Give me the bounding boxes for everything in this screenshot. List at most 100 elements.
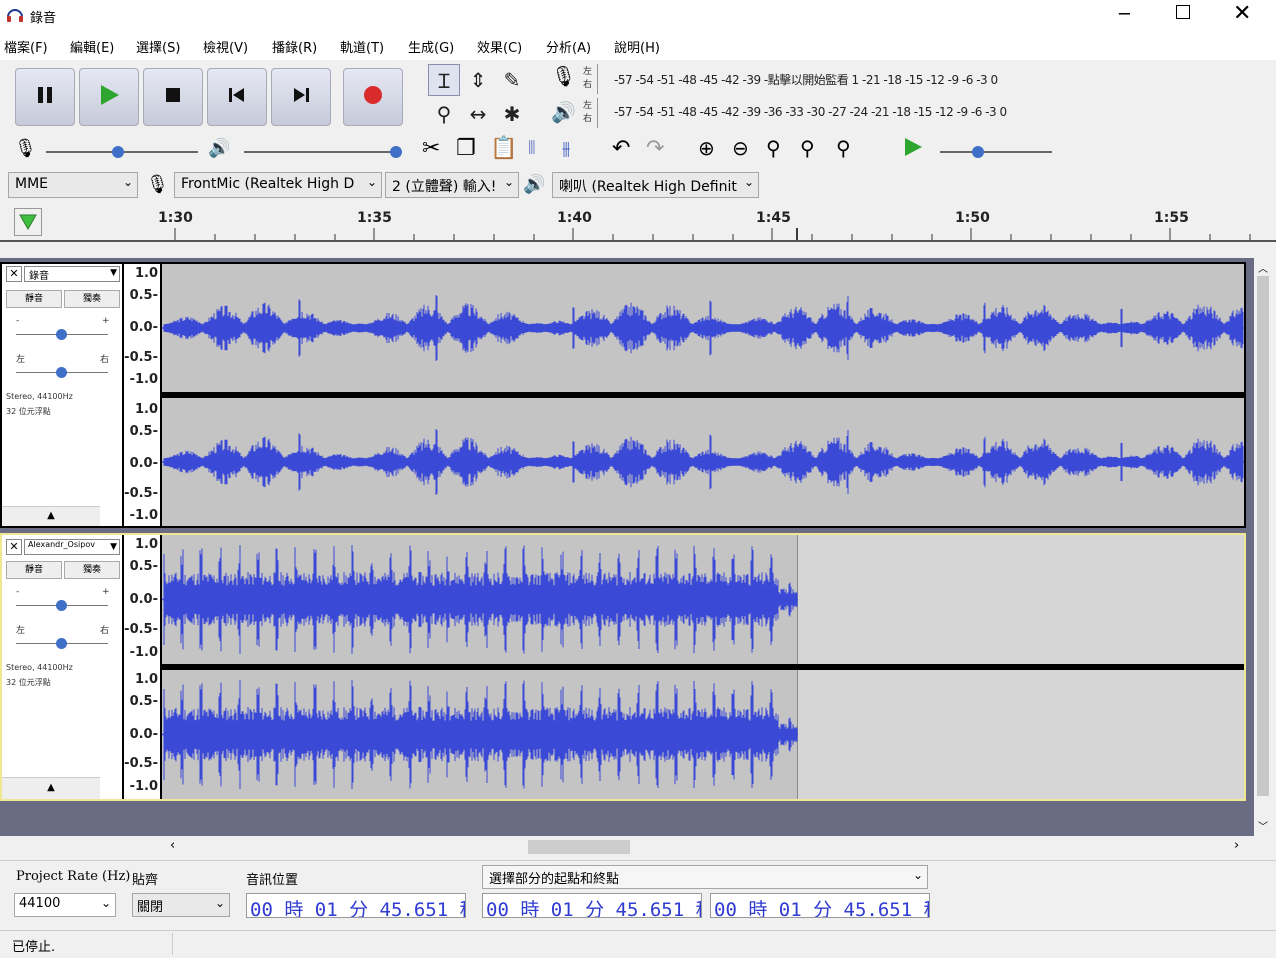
project-rate-select[interactable]: 44100 ⌄ [14, 893, 116, 917]
play-speed-thumb[interactable] [972, 146, 984, 158]
recording-device-select[interactable]: FrontMic (Realtek High D ⌄ [174, 172, 382, 198]
track-sample-format: 32 位元浮點 [6, 407, 51, 416]
zoom-out-icon[interactable]: ⊖ [732, 136, 749, 160]
play-meter[interactable]: -57 -54 -51 -48 -45 -42 -39 -36 -33 -30 … [597, 98, 1102, 128]
menu-generate[interactable]: 生成(G) [408, 37, 454, 56]
menu-edit[interactable]: 編輯(E) [70, 37, 114, 56]
scroll-down-icon[interactable]: ﹀ [1258, 818, 1268, 833]
skip-to-end-button[interactable] [271, 68, 331, 126]
audio-track[interactable]: ✕ 錄音 ▼ 靜音 獨奏 - + 左 右 Stereo, 44100Hz 32 位… [0, 262, 1246, 528]
menu-select[interactable]: 選擇(S) [136, 37, 180, 56]
recording-volume-thumb[interactable] [112, 146, 124, 158]
record-meter[interactable]: -57 -54 -51 -48 -45 -42 -39 -點擊以開始監看 1 -… [597, 64, 1102, 94]
timeline-tick: 1:45 [756, 210, 791, 226]
waveform-channel-left[interactable] [162, 264, 1244, 392]
pause-button[interactable] [15, 68, 75, 126]
selection-mode-select[interactable]: 選擇部分的起點和終點 ⌄ [482, 865, 928, 889]
audio-track[interactable]: ✕ Alexandr_Osipov ▼ 靜音 獨奏 - + 左 右 Stereo,… [0, 533, 1246, 801]
recording-channels-select[interactable]: 2 (立體聲) 輸入! ⌄ [385, 172, 519, 198]
close-icon[interactable]: ✕ [1233, 1, 1251, 26]
zoom-toggle-icon[interactable]: ⚲ [836, 136, 851, 160]
horizontal-scrollbar[interactable]: ‹ › [160, 838, 1254, 856]
scroll-left-icon[interactable]: ‹ [170, 838, 175, 853]
audio-host-select[interactable]: MME ⌄ [8, 172, 138, 198]
silence-icon[interactable]: ⫵ [562, 138, 570, 159]
undo-icon[interactable]: ↶ [612, 136, 630, 161]
play-speed-slider[interactable] [940, 146, 1052, 158]
fit-project-icon[interactable]: ⚲ [800, 136, 815, 160]
pan-slider[interactable] [16, 638, 108, 649]
collapse-track-button[interactable]: ▲ [2, 506, 100, 526]
timeline-ruler[interactable]: 1:30 1:35 1:40 1:45 1:50 1:55 [0, 202, 1276, 242]
menu-tracks[interactable]: 軌道(T) [340, 37, 384, 56]
pan-thumb[interactable] [56, 638, 67, 649]
scroll-up-icon[interactable]: ︿ [1258, 260, 1268, 275]
waveform-channel-left[interactable] [162, 535, 1244, 664]
gain-thumb[interactable] [56, 329, 67, 340]
menu-analyze[interactable]: 分析(A) [546, 37, 591, 56]
menu-transport[interactable]: 播錄(R) [272, 37, 317, 56]
stop-button[interactable] [143, 68, 203, 126]
track-close-icon[interactable]: ✕ [6, 266, 22, 282]
headphones-icon [6, 6, 24, 24]
play-meter-speaker-icon[interactable]: 🔊 [551, 100, 576, 124]
redo-icon[interactable]: ↷ [646, 136, 664, 161]
snap-label: 貼齊 [132, 873, 159, 888]
trim-icon[interactable]: ⫴ [528, 138, 536, 159]
scroll-right-icon[interactable]: › [1234, 838, 1239, 853]
horizontal-scroll-thumb[interactable] [528, 840, 630, 854]
selection-tool-icon[interactable]: Ɪ [428, 64, 460, 96]
collapse-track-button[interactable]: ▲ [2, 777, 100, 799]
selection-end-field[interactable]: 00 時 01 分 45.651 秒 [710, 893, 930, 918]
fit-selection-icon[interactable]: ⚲ [766, 136, 781, 160]
record-button[interactable] [343, 68, 403, 126]
solo-button[interactable]: 獨奏 [64, 561, 120, 579]
play-button[interactable] [79, 68, 139, 126]
vertical-scroll-thumb[interactable] [1257, 276, 1269, 796]
audio-position-field[interactable]: 00 時 01 分 45.651 秒 [246, 893, 466, 918]
menu-help[interactable]: 說明(H) [614, 37, 660, 56]
skip-to-start-button[interactable] [207, 68, 267, 126]
copy-icon[interactable]: ❐ [456, 136, 476, 161]
waveform-icon [162, 680, 798, 789]
snap-select[interactable]: 關閉 ⌄ [132, 893, 230, 917]
playback-device-select[interactable]: 喇叭 (Realtek High Definit ⌄ [552, 172, 759, 198]
envelope-tool-icon[interactable]: ⇕ [462, 64, 494, 96]
selection-mode-value: 選擇部分的起點和終點 [489, 872, 620, 887]
maximize-icon[interactable] [1176, 5, 1190, 19]
clip-region[interactable] [162, 535, 798, 664]
paste-icon[interactable]: 📋 [490, 136, 517, 161]
solo-button[interactable]: 獨奏 [64, 290, 120, 308]
play-at-speed-icon[interactable] [902, 136, 924, 162]
gain-thumb[interactable] [56, 600, 67, 611]
timeline-tick: 1:40 [557, 210, 592, 226]
record-meter-mic-icon[interactable]: 🎙 [551, 64, 576, 88]
vertical-scrollbar[interactable]: ︿ ﹀ [1254, 258, 1272, 836]
waveform-channel-right[interactable] [162, 398, 1244, 526]
track-close-icon[interactable]: ✕ [6, 539, 22, 555]
timeshift-tool-icon[interactable]: ↔ [462, 98, 494, 130]
pan-slider[interactable] [16, 367, 108, 378]
waveform-channel-right[interactable] [162, 670, 1244, 799]
zoom-tool-icon[interactable]: ⚲ [428, 98, 460, 130]
track-name-menu[interactable]: Alexandr_Osipov ▼ [24, 539, 120, 555]
menu-effect[interactable]: 效果(C) [477, 37, 522, 56]
menu-view[interactable]: 檢視(V) [203, 37, 248, 56]
mute-button[interactable]: 靜音 [6, 561, 62, 579]
track-name-menu[interactable]: 錄音 ▼ [24, 266, 120, 282]
mute-button[interactable]: 靜音 [6, 290, 62, 308]
minimize-icon[interactable]: ─ [1119, 4, 1130, 25]
pan-thumb[interactable] [56, 367, 67, 378]
multi-tool-icon[interactable]: ✱ [496, 98, 528, 130]
selection-start-field[interactable]: 00 時 01 分 45.651 秒 [482, 893, 702, 918]
cut-icon[interactable]: ✂ [422, 136, 440, 161]
playback-volume-thumb[interactable] [390, 146, 402, 158]
recording-volume-slider[interactable] [46, 146, 198, 158]
playback-volume-slider[interactable] [244, 146, 402, 158]
clip-region[interactable] [162, 670, 798, 799]
zoom-in-icon[interactable]: ⊕ [698, 136, 715, 160]
menu-file[interactable]: 檔案(F) [4, 37, 48, 56]
gain-slider[interactable] [16, 600, 108, 611]
gain-slider[interactable] [16, 329, 108, 340]
draw-tool-icon[interactable]: ✎ [496, 64, 528, 96]
